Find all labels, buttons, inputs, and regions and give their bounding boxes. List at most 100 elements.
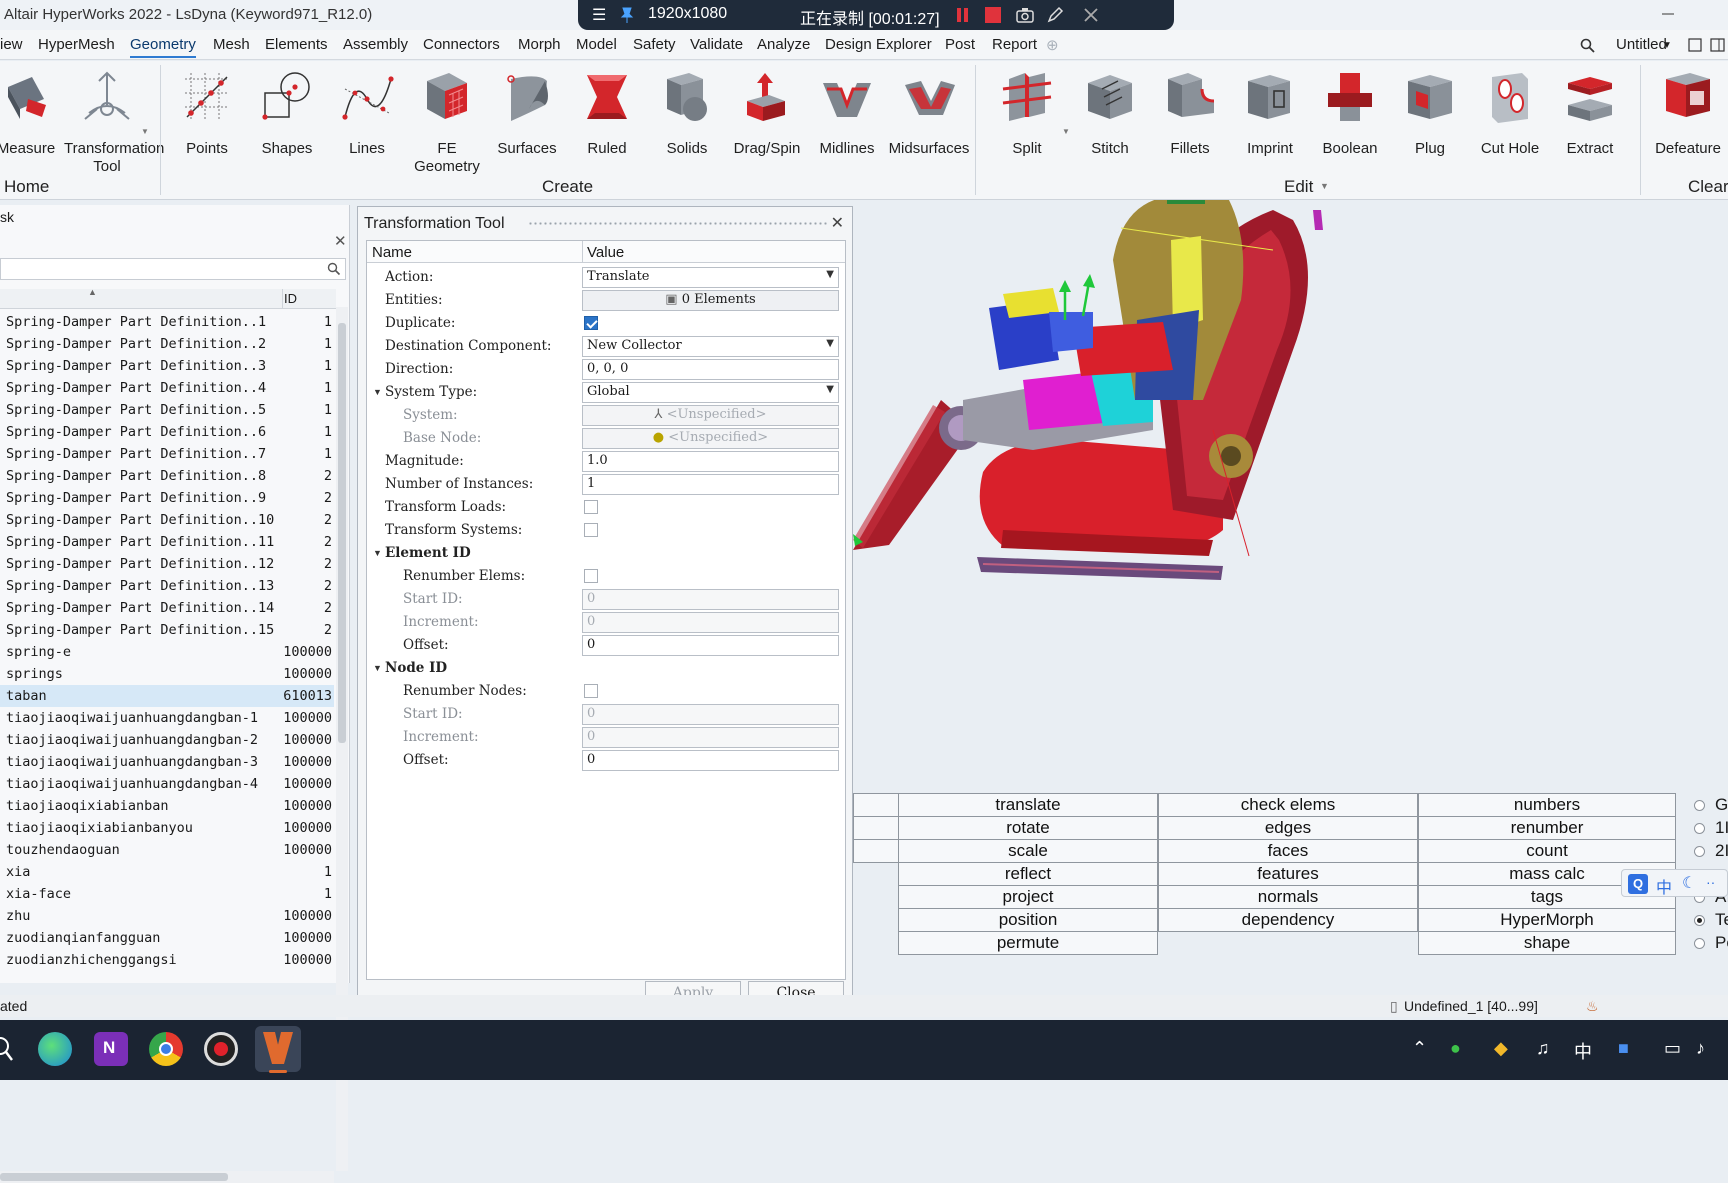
browser-row[interactable]: Spring-Damper Part Definition..6 1 bbox=[0, 421, 334, 443]
panel-hypermorph-button[interactable]: HyperMorph bbox=[1418, 908, 1676, 932]
sort-ascending-icon[interactable]: ▲ bbox=[88, 287, 97, 297]
chrome-icon[interactable] bbox=[149, 1032, 183, 1066]
network-icon[interactable]: ▭ bbox=[1664, 1038, 1681, 1059]
chevron-down-icon[interactable]: ▼ bbox=[1320, 181, 1329, 191]
transformation-tool[interactable]: Transformation Tool bbox=[64, 69, 164, 189]
split-tool[interactable]: Split bbox=[987, 69, 1067, 189]
search-icon[interactable] bbox=[0, 1036, 16, 1062]
panel-numbers-button[interactable]: numbers bbox=[1418, 793, 1676, 817]
menu-validate[interactable]: Validate bbox=[690, 36, 743, 53]
recorder-app-icon[interactable] bbox=[204, 1032, 238, 1066]
window-controls[interactable] bbox=[1658, 4, 1718, 24]
instances-input[interactable]: 1 bbox=[582, 474, 839, 495]
points-tool[interactable]: Points bbox=[167, 69, 247, 189]
browser-row[interactable]: tiaojiaoqiwaijuanhuangdangban-2 100000 bbox=[0, 729, 334, 751]
browser-row[interactable]: Spring-Damper Part Definition..12 2 bbox=[0, 553, 334, 575]
stop-icon[interactable] bbox=[984, 6, 1002, 24]
browser-row[interactable]: zuodianqianfangguan 100000 bbox=[0, 927, 334, 949]
page-radio-post[interactable] bbox=[1694, 938, 1705, 949]
browser-row[interactable]: xia 1 bbox=[0, 861, 334, 883]
edge-browser-icon[interactable] bbox=[38, 1032, 72, 1066]
node-start-id-input[interactable]: 0 bbox=[582, 704, 839, 725]
collapse-icon[interactable]: ▼ bbox=[373, 387, 382, 397]
browser-row[interactable]: Spring-Damper Part Definition..13 2 bbox=[0, 575, 334, 597]
browser-row[interactable]: tiaojiaoqiwaijuanhuangdangban-1 100000 bbox=[0, 707, 334, 729]
fe-geometry-tool[interactable]: FE Geometry bbox=[407, 69, 487, 189]
menu-design-explorer[interactable]: Design Explorer bbox=[825, 36, 932, 53]
direction-input[interactable]: 0, 0, 0 bbox=[582, 359, 839, 380]
page-radio-1d[interactable] bbox=[1694, 823, 1705, 834]
browser-row[interactable]: springs 100000 bbox=[0, 663, 334, 685]
current-component[interactable]: Undefined_1 [40...99] bbox=[1404, 998, 1538, 1014]
menu-mesh[interactable]: Mesh bbox=[213, 36, 250, 53]
menu-view[interactable]: iew bbox=[0, 36, 23, 53]
panel-scale-button[interactable]: scale bbox=[898, 839, 1158, 863]
browser-row[interactable]: Spring-Damper Part Definition..10 2 bbox=[0, 509, 334, 531]
browser-row[interactable]: Spring-Damper Part Definition..15 2 bbox=[0, 619, 334, 641]
panel-check-elems-button[interactable]: check elems bbox=[1158, 793, 1418, 817]
menu-connectors[interactable]: Connectors bbox=[423, 36, 500, 53]
ime-toolbar[interactable]: Q 中 ☾ ·· bbox=[1621, 869, 1728, 897]
menu-safety[interactable]: Safety bbox=[633, 36, 676, 53]
pin-icon[interactable] bbox=[618, 6, 636, 24]
menu-model[interactable]: Model bbox=[576, 36, 617, 53]
panel-permute-button[interactable]: permute bbox=[898, 931, 1158, 955]
page-radio-2d[interactable] bbox=[1694, 846, 1705, 857]
browser-row[interactable]: Spring-Damper Part Definition..3 1 bbox=[0, 355, 334, 377]
browser-row[interactable]: Spring-Damper Part Definition..4 1 bbox=[0, 377, 334, 399]
scroll-thumb[interactable] bbox=[0, 1173, 228, 1181]
menu-post[interactable]: Post bbox=[945, 36, 975, 53]
page-radio-geom[interactable] bbox=[1694, 800, 1705, 811]
boolean-tool[interactable]: Boolean bbox=[1310, 69, 1390, 189]
panel-project-button[interactable]: project bbox=[898, 885, 1158, 909]
browser-row[interactable]: tiaojiaoqiwaijuanhuangdangban-4 100000 bbox=[0, 773, 334, 795]
menu-analyze[interactable]: Analyze bbox=[757, 36, 810, 53]
qq-icon[interactable]: ◆ bbox=[1494, 1038, 1508, 1059]
layout-icon[interactable] bbox=[1710, 37, 1726, 53]
node-offset-input[interactable]: 0 bbox=[582, 750, 839, 771]
sogou-ime-icon[interactable]: ■ bbox=[1618, 1038, 1629, 1059]
maximize-icon[interactable] bbox=[1688, 38, 1702, 52]
pen-icon[interactable] bbox=[1046, 6, 1064, 24]
chevron-down-icon[interactable]: ▼ bbox=[1662, 40, 1672, 51]
browser-row[interactable]: Spring-Damper Part Definition..7 1 bbox=[0, 443, 334, 465]
panel-faces-button[interactable]: faces bbox=[1158, 839, 1418, 863]
panel-dependency-button[interactable]: dependency bbox=[1158, 908, 1418, 932]
volume-icon[interactable]: ♪ bbox=[1696, 1038, 1705, 1059]
panel-normals-button[interactable]: normals bbox=[1158, 885, 1418, 909]
browser-row[interactable]: Spring-Damper Part Definition..11 2 bbox=[0, 531, 334, 553]
search-icon[interactable] bbox=[327, 262, 341, 276]
session-name[interactable]: Untitled bbox=[1616, 36, 1667, 53]
node-increment-input[interactable]: 0 bbox=[582, 727, 839, 748]
browser-row[interactable]: Spring-Damper Part Definition..9 2 bbox=[0, 487, 334, 509]
id-column-header[interactable]: ID bbox=[284, 291, 297, 306]
extract-tool[interactable]: Extract bbox=[1550, 69, 1630, 189]
plug-tool[interactable]: Plug bbox=[1390, 69, 1470, 189]
dialog-drag-handle[interactable] bbox=[528, 221, 828, 227]
base-node-selector[interactable]: ● <Unspecified> bbox=[582, 428, 839, 449]
browser-row[interactable]: tiaojiaoqiwaijuanhuangdangban-3 100000 bbox=[0, 751, 334, 773]
close-icon[interactable]: ✕ bbox=[334, 232, 347, 250]
wechat-icon[interactable]: ● bbox=[1450, 1038, 1461, 1059]
action-select[interactable]: Translate ▼ bbox=[582, 267, 839, 288]
elem-offset-input[interactable]: 0 bbox=[582, 635, 839, 656]
imprint-tool[interactable]: Imprint bbox=[1230, 69, 1310, 189]
hyperworks-task-button[interactable] bbox=[255, 1026, 301, 1073]
panel-shape-button[interactable]: shape bbox=[1418, 931, 1676, 955]
solids-tool[interactable]: Solids bbox=[647, 69, 727, 189]
menu-assembly[interactable]: Assembly bbox=[343, 36, 408, 53]
stitch-tool[interactable]: Stitch bbox=[1070, 69, 1150, 189]
pause-icon[interactable] bbox=[954, 6, 972, 24]
menu-geometry[interactable]: Geometry bbox=[130, 36, 196, 58]
close-icon[interactable] bbox=[1082, 6, 1100, 24]
chevron-up-icon[interactable]: ⌃ bbox=[1412, 1038, 1427, 1059]
panel-rotate-button[interactable]: rotate bbox=[898, 816, 1158, 840]
browser-row[interactable]: Spring-Damper Part Definition..14 2 bbox=[0, 597, 334, 619]
destination-select[interactable]: New Collector ▼ bbox=[582, 336, 839, 357]
measure-tool[interactable]: Measure bbox=[0, 69, 66, 189]
cut-hole-tool[interactable]: Cut Hole bbox=[1470, 69, 1550, 189]
browser-row[interactable]: tiaojiaoqixiabianban 100000 bbox=[0, 795, 334, 817]
browser-row[interactable]: taban 610013 bbox=[0, 685, 334, 707]
drag-spin-tool[interactable]: Drag/Spin bbox=[727, 69, 807, 189]
menu-report[interactable]: Report bbox=[992, 36, 1037, 53]
